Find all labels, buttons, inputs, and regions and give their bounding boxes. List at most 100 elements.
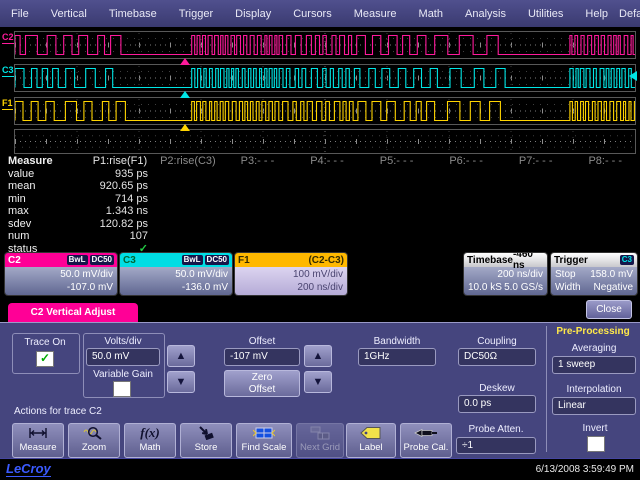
action-button-label: Label <box>359 442 382 453</box>
trigger-time-marker-c2[interactable] <box>180 58 190 65</box>
measure-column-header[interactable]: P1:rise(F1) <box>84 155 154 167</box>
menu-item-trigger[interactable]: Trigger <box>168 8 224 20</box>
menu-item-measure[interactable]: Measure <box>343 8 408 20</box>
action-button-label: Measure <box>20 442 57 453</box>
volts-down-button[interactable]: ▼ <box>167 371 195 393</box>
datetime: 6/13/2008 3:59:49 PM <box>536 464 634 475</box>
bwl-badge: BwL <box>67 255 88 265</box>
trace-on-checkbox[interactable]: ✓ <box>36 351 54 367</box>
offset-up-button[interactable]: ▲ <box>304 345 332 367</box>
menu-item-help[interactable]: Help <box>574 8 619 20</box>
measure-column-header[interactable]: P4:- - - <box>292 155 362 167</box>
menu-item-display[interactable]: Display <box>224 8 282 20</box>
store-button[interactable]: Store <box>180 423 232 458</box>
invert-checkbox[interactable] <box>587 436 605 452</box>
descriptor-f1[interactable]: F1 (C2-C3) 100 mV/div 200 ns/div <box>235 253 347 295</box>
menu-item-vertical[interactable]: Vertical <box>40 8 98 20</box>
measure-row-mean: mean920.65 ps <box>0 180 640 193</box>
action-button-label: Next Grid <box>300 442 340 453</box>
measure-column-header[interactable]: P5:- - - <box>362 155 432 167</box>
measure-column-header[interactable]: P6:- - - <box>431 155 501 167</box>
volts-div-label: Volts/div <box>83 336 163 347</box>
menu-items: FileVerticalTimebaseTriggerDisplayCursor… <box>0 8 619 20</box>
measure-header-row: Measure P1:rise(F1)P2:rise(C3)P3:- - -P4… <box>0 155 640 168</box>
menu-item-analysis[interactable]: Analysis <box>454 8 517 20</box>
measure-button[interactable]: Measure <box>12 423 64 458</box>
zoom-button[interactable]: Zoom <box>68 423 120 458</box>
probe-cal-button[interactable]: Probe Cal. <box>400 423 452 458</box>
averaging-field[interactable]: 1 sweep <box>552 356 636 374</box>
grid-strip-c2[interactable] <box>14 31 636 59</box>
f1-tdiv: 200 ns/div <box>239 281 343 294</box>
measure-column-header[interactable]: P8:- - - <box>570 155 640 167</box>
measure-column-header[interactable]: P3:- - - <box>223 155 293 167</box>
caliper-icon <box>13 425 63 442</box>
deskew-field[interactable]: 0.0 ps <box>458 395 536 413</box>
trigger-level-marker-c3[interactable] <box>629 71 637 81</box>
dc50-badge: DC50 <box>205 255 229 265</box>
measure-row-label: min <box>0 193 84 205</box>
trigger-time-marker-c3[interactable] <box>180 91 190 98</box>
measure-value: 1.343 ns <box>84 205 154 217</box>
probe-icon <box>401 425 451 442</box>
probe-atten-label: Probe Atten. <box>456 424 536 435</box>
menu-item-utilities[interactable]: Utilities <box>517 8 574 20</box>
variable-gain-label: Variable Gain <box>83 369 163 380</box>
timebase-rate: 5.0 GS/s <box>504 281 543 294</box>
menu-right: Default: Undo ↶ <box>619 2 640 25</box>
volts-up-button[interactable]: ▲ <box>167 345 195 367</box>
trace-label-c3[interactable]: C3 <box>2 66 14 77</box>
menu-item-file[interactable]: File <box>0 8 40 20</box>
offset-down-button[interactable]: ▼ <box>304 371 332 393</box>
math-button[interactable]: f(x)Math <box>124 423 176 458</box>
measure-row-label: max <box>0 205 84 217</box>
descriptor-c2[interactable]: C2 BwL DC50 50.0 mV/div -107.0 mV <box>5 253 117 295</box>
probe-atten-field[interactable]: ÷1 <box>456 437 536 454</box>
descriptor-trigger[interactable]: Trigger C3 Stop 158.0 mV Width Negative <box>551 253 637 295</box>
measure-rows: value935 psmean920.65 psmin714 psmax1.34… <box>0 168 640 256</box>
descriptor-timebase[interactable]: Timebase -460 ns 200 ns/div 10.0 kS 5.0 … <box>464 253 547 295</box>
waveform-display: C2 C3 F1 <box>0 27 640 155</box>
find-scale-button[interactable]: Find Scale <box>236 423 292 458</box>
measure-table: Measure P1:rise(F1)P2:rise(C3)P3:- - -P4… <box>0 155 640 253</box>
volts-div-field[interactable]: 50.0 mV <box>86 348 160 366</box>
grid-scale-icon <box>237 425 291 442</box>
grid-strip-f1[interactable] <box>14 97 636 125</box>
measure-row-label: num <box>0 230 84 242</box>
label-button[interactable]: Label <box>346 423 396 458</box>
dc50-badge: DC50 <box>90 255 114 265</box>
next-grid-icon <box>297 425 343 442</box>
grid-strip-c3[interactable] <box>14 64 636 92</box>
menu-item-timebase[interactable]: Timebase <box>98 8 168 20</box>
coupling-field[interactable]: DC50Ω <box>458 348 536 366</box>
descriptor-c3[interactable]: C3 BwL DC50 50.0 mV/div -136.0 mV <box>120 253 232 295</box>
trace-label-c2[interactable]: C2 <box>2 33 14 44</box>
tab-c2-vertical-adjust[interactable]: C2 Vertical Adjust <box>8 303 138 322</box>
zero-offset-button[interactable]: Zero Offset <box>224 370 300 397</box>
measure-value: 920.65 ps <box>84 180 154 192</box>
timebase-scale: 200 ns/div <box>468 268 543 281</box>
descriptor-f1-id: F1 <box>238 255 250 266</box>
interpolation-label: Interpolation <box>552 384 636 395</box>
trigger-source-badge: C3 <box>620 255 634 265</box>
variable-gain-checkbox[interactable] <box>113 381 131 397</box>
trigger-time-marker-f1[interactable] <box>180 124 190 131</box>
bandwidth-field[interactable]: 1GHz <box>358 348 436 366</box>
interpolation-field[interactable]: Linear <box>552 397 636 415</box>
offset-field[interactable]: -107 mV <box>224 348 300 366</box>
dialog-separator <box>546 326 547 452</box>
measure-value: 107 <box>84 230 154 242</box>
action-button-label: Store <box>195 442 218 453</box>
menu-item-cursors[interactable]: Cursors <box>282 8 343 20</box>
tag-icon <box>347 425 395 442</box>
measure-value: 120.82 ps <box>84 218 154 230</box>
close-button[interactable]: Close <box>586 300 632 319</box>
grid-strip-empty[interactable] <box>14 129 636 154</box>
svg-text:f(x): f(x) <box>140 426 160 440</box>
measure-column-header[interactable]: P7:- - - <box>501 155 571 167</box>
trace-label-f1[interactable]: F1 <box>2 99 13 110</box>
menu-item-math[interactable]: Math <box>408 8 454 20</box>
measure-column-header[interactable]: P2:rise(C3) <box>153 155 223 167</box>
measure-row-label: sdev <box>0 218 84 230</box>
trigger-type: Width <box>555 281 581 294</box>
